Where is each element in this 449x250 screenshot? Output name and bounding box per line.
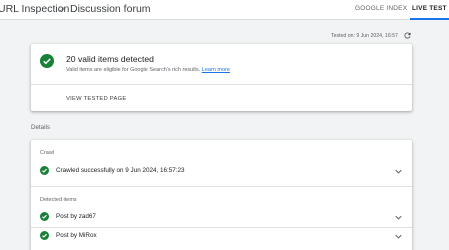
item-check-icon <box>40 212 49 221</box>
chevron-down-icon[interactable] <box>395 215 402 220</box>
summary-card: 20 valid items detected Valid items are … <box>31 44 412 111</box>
valid-items-subtitle: Valid items are eligible for Google Sear… <box>66 67 230 73</box>
valid-items-description: Valid items are eligible for Google Sear… <box>66 67 201 73</box>
page-title: Discussion forum <box>70 3 151 15</box>
chevron-down-icon[interactable] <box>395 234 402 239</box>
item-check-icon <box>40 231 49 240</box>
view-tested-page-button[interactable]: VIEW TESTED PAGE <box>66 96 126 102</box>
crawl-divider <box>31 186 412 187</box>
valid-items-title: 20 valid items detected <box>66 54 154 64</box>
breadcrumb-separator: > <box>59 3 66 15</box>
learn-more-link[interactable]: Learn more <box>202 67 230 73</box>
tab-live-test[interactable]: LIVE TEST <box>410 5 449 20</box>
details-card: Crawl Crawled successfully on 9 Jun 2024… <box>31 140 412 250</box>
crawl-section-label: Crawl <box>40 150 55 156</box>
tested-on-timestamp: Tested on: 9 Jun 2024, 16:57 <box>331 33 398 39</box>
item-label: Post by MiRox <box>56 232 97 239</box>
top-bar: URL Inspection > Discussion forum GOOGLE… <box>0 0 449 20</box>
detected-items-section-label: Detected items <box>40 197 77 203</box>
item-label: Post by zad67 <box>56 213 96 220</box>
crawl-status-text: Crawled successfully on 9 Jun 2024, 16:5… <box>56 167 185 174</box>
summary-divider <box>31 84 412 85</box>
refresh-icon[interactable] <box>403 31 412 40</box>
details-heading: Details <box>31 124 50 131</box>
tab-google-index[interactable]: GOOGLE INDEX <box>355 5 407 20</box>
crawl-check-icon <box>40 166 49 175</box>
item-divider <box>31 227 412 228</box>
chevron-down-icon[interactable] <box>395 169 402 174</box>
valid-check-icon <box>40 54 54 68</box>
